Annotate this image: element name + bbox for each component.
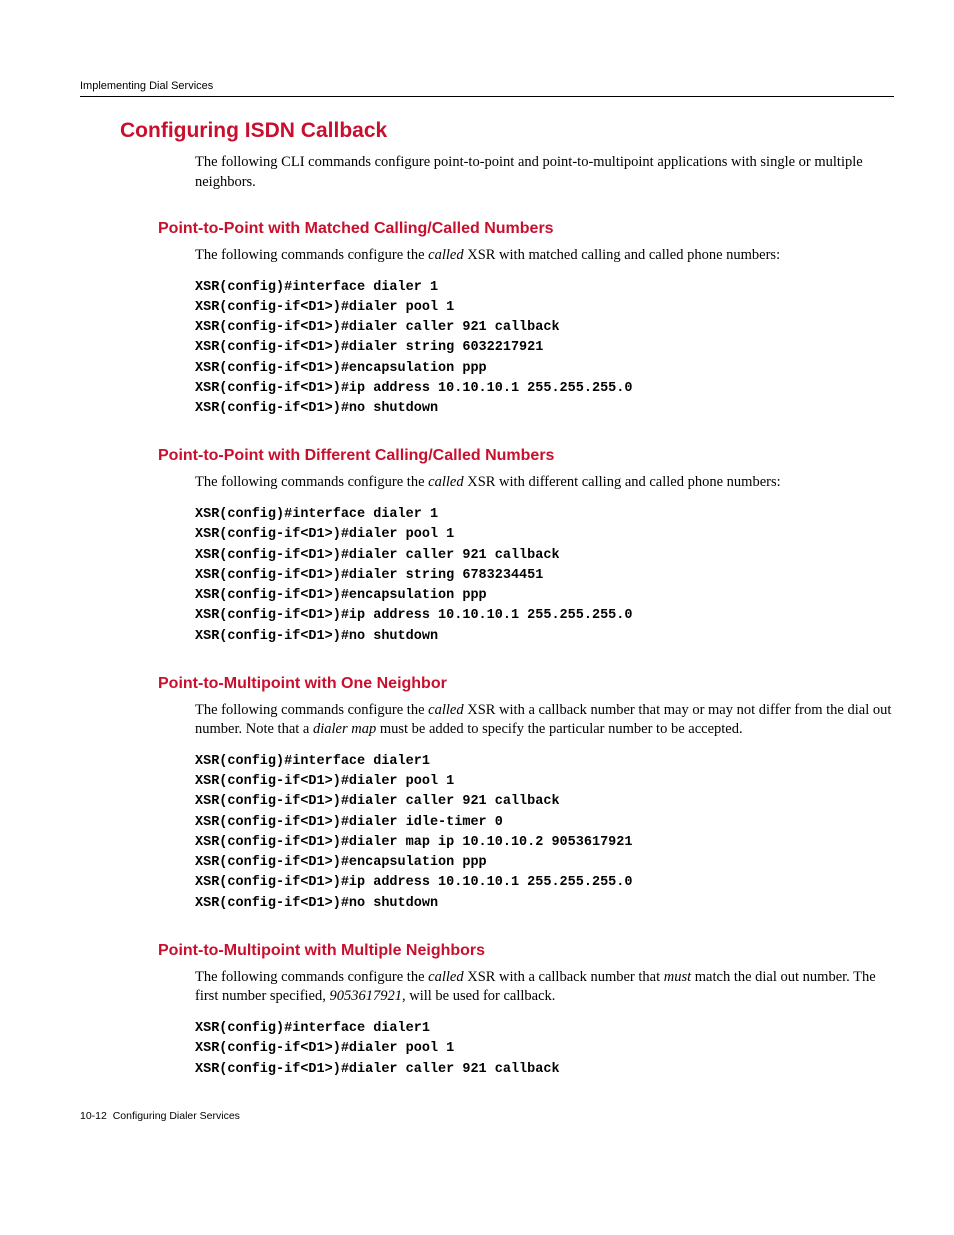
emphasis-called: called <box>428 702 463 718</box>
h2-p2mp-one: Point-to-Multipoint with One Neighbor <box>158 675 894 693</box>
sec4-code-block: XSR(config)#interface dialer1 XSR(config… <box>195 1019 894 1080</box>
text: The following commands configure the <box>195 969 428 985</box>
emphasis-called: called <box>428 969 463 985</box>
sec3-paragraph: The following commands configure the cal… <box>195 701 894 740</box>
sec2-paragraph: The following commands configure the cal… <box>195 473 894 493</box>
sec4-paragraph: The following commands configure the cal… <box>195 968 894 1007</box>
text: XSR with different calling and called ph… <box>464 474 781 490</box>
page-footer: 10-12 Configuring Dialer Services <box>80 1110 894 1122</box>
running-header: Implementing Dial Services <box>80 80 894 97</box>
text: XSR with a callback number that <box>464 969 664 985</box>
sec1-paragraph: The following commands configure the cal… <box>195 246 894 266</box>
h2-p2p-different: Point-to-Point with Different Calling/Ca… <box>158 447 894 465</box>
emphasis-must: must <box>664 969 691 985</box>
text: The following commands configure the <box>195 702 428 718</box>
h2-p2mp-multiple: Point-to-Multipoint with Multiple Neighb… <box>158 942 894 960</box>
text: XSR with matched calling and called phon… <box>464 247 781 263</box>
footer-page-number: 10-12 <box>80 1110 107 1122</box>
emphasis-dialer-map: dialer map <box>313 721 376 737</box>
text: The following commands configure the <box>195 474 428 490</box>
text: The following commands configure the <box>195 247 428 263</box>
emphasis-called: called <box>428 247 463 263</box>
emphasis-number: 9053617921 <box>330 988 403 1004</box>
h2-p2p-matched: Point-to-Point with Matched Calling/Call… <box>158 220 894 238</box>
footer-title: Configuring Dialer Services <box>113 1110 240 1122</box>
text: , will be used for callback. <box>402 988 555 1004</box>
h1-configuring-isdn-callback: Configuring ISDN Callback <box>120 119 894 143</box>
intro-paragraph: The following CLI commands configure poi… <box>195 153 894 192</box>
sec2-code-block: XSR(config)#interface dialer 1 XSR(confi… <box>195 505 894 647</box>
sec3-code-block: XSR(config)#interface dialer1 XSR(config… <box>195 752 894 914</box>
emphasis-called: called <box>428 474 463 490</box>
sec1-code-block: XSR(config)#interface dialer 1 XSR(confi… <box>195 278 894 420</box>
text: must be added to specify the particular … <box>376 721 742 737</box>
